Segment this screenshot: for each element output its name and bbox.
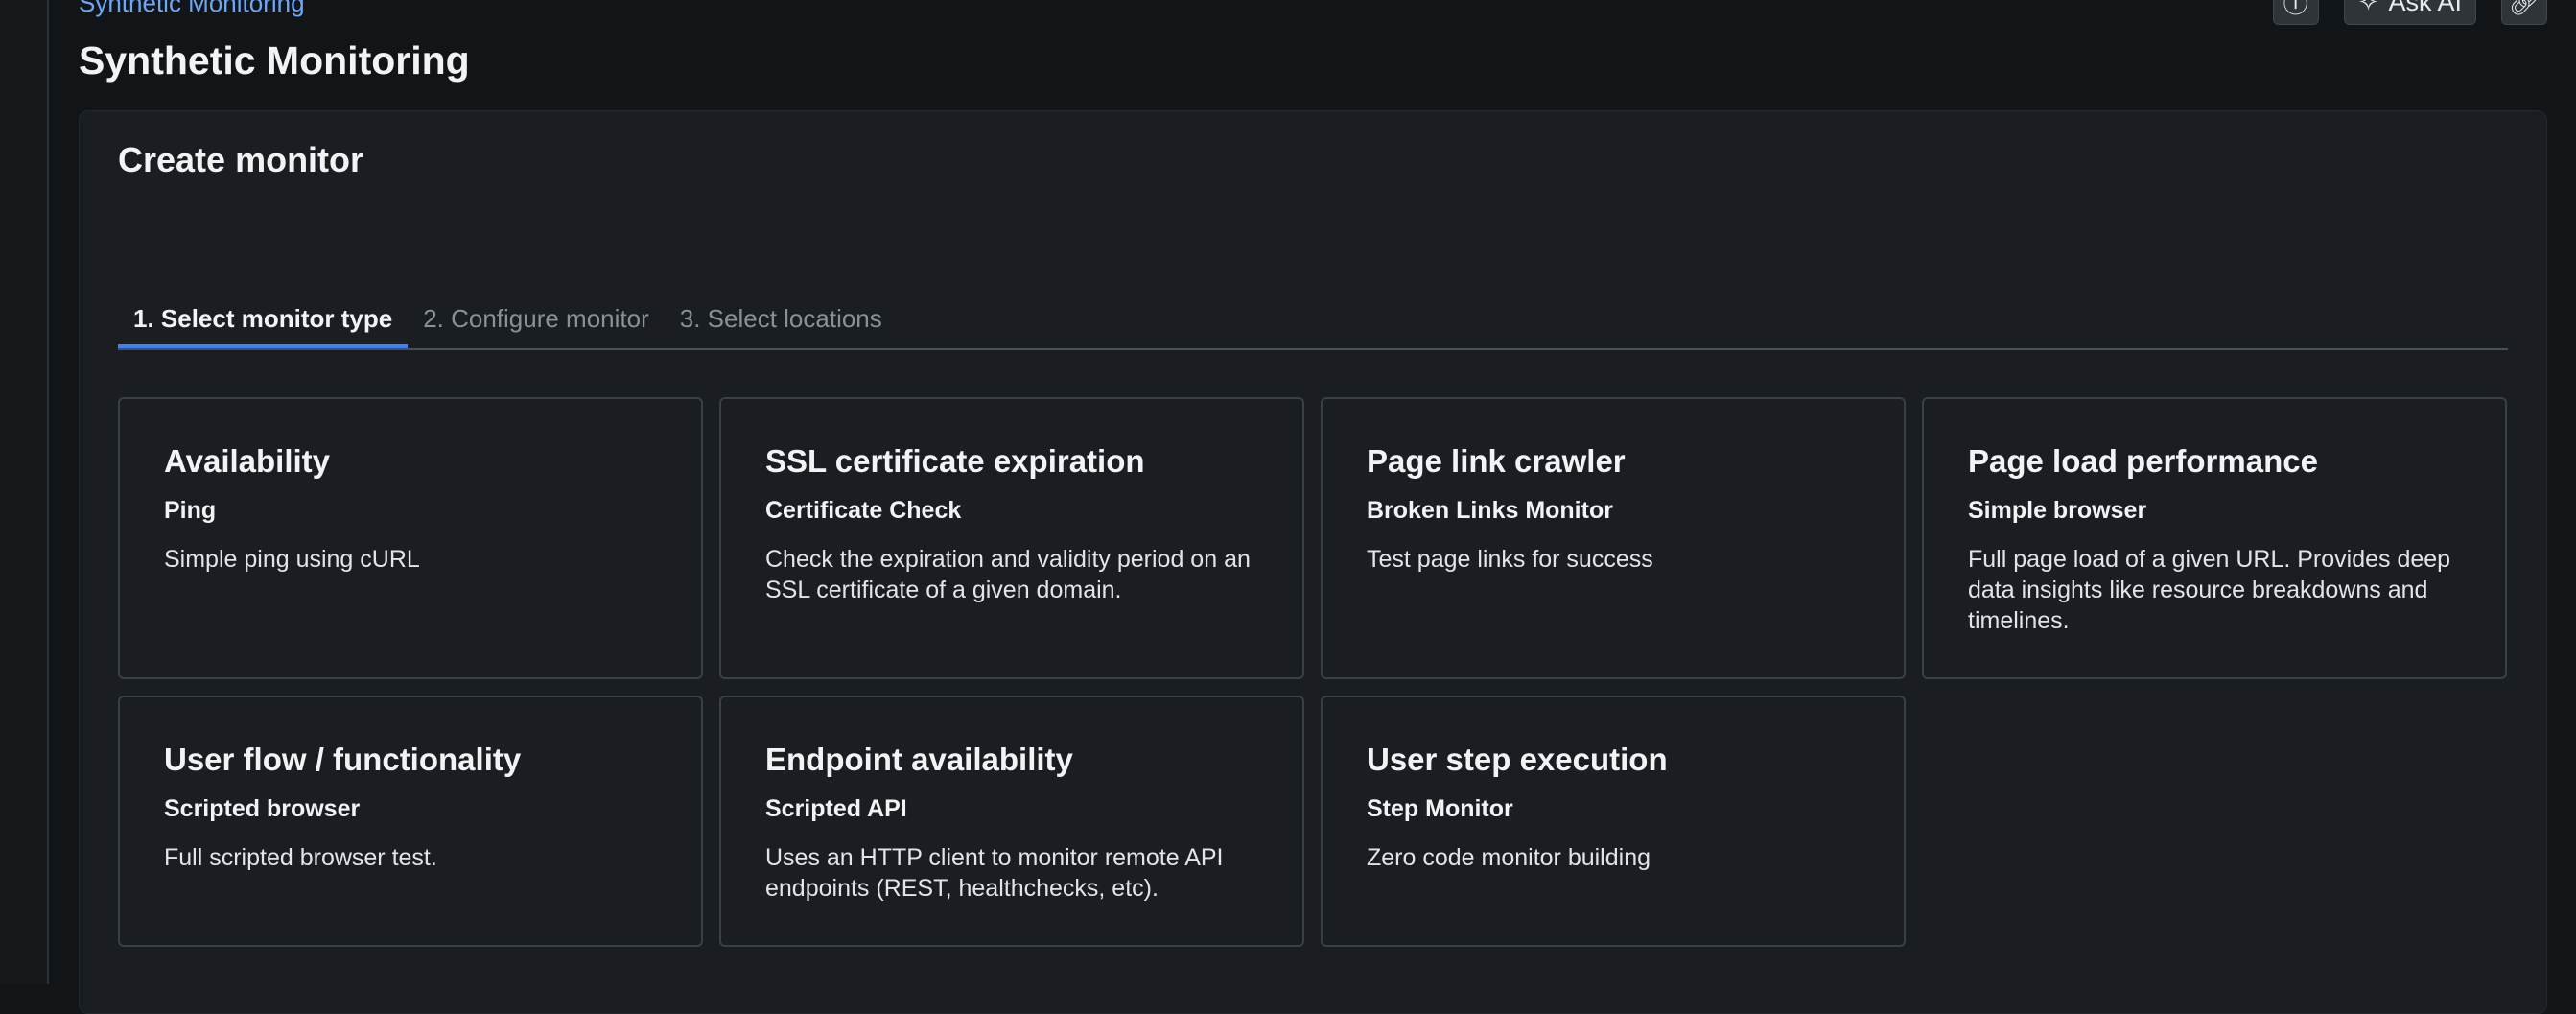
card-subtitle: Broken Links Monitor	[1367, 497, 1613, 524]
panel-title: Create monitor	[118, 140, 364, 179]
step-configure-monitor[interactable]: 2. Configure monitor	[408, 298, 665, 348]
card-subtitle: Scripted browser	[164, 795, 361, 822]
monitor-card-user-flow[interactable]: User flow / functionality Scripted brows…	[118, 696, 703, 947]
card-description: Test page links for success	[1367, 546, 1653, 573]
monitor-card-page-load-performance[interactable]: Page load performance Simple browser Ful…	[1922, 397, 2507, 679]
info-circle-icon: ⓘ	[2283, 0, 2308, 18]
card-description: Full page load of a given URL. Provides …	[1968, 546, 2451, 634]
card-title: SSL certificate expiration	[765, 443, 1145, 479]
card-description: Uses an HTTP client to monitor remote AP…	[765, 844, 1224, 902]
page-title: Synthetic Monitoring	[79, 38, 470, 83]
card-title: User step execution	[1367, 742, 1668, 777]
monitor-card-endpoint-availability[interactable]: Endpoint availability Scripted API Uses …	[719, 696, 1304, 947]
card-title: Availability	[164, 443, 331, 479]
monitor-type-grid: Availability Ping Simple ping using cURL…	[118, 397, 2508, 947]
sparkle-icon: ✧	[2357, 0, 2379, 16]
stepper-tabs: 1. Select monitor type 2. Configure moni…	[118, 298, 2508, 350]
ask-ai-label: Ask AI	[2388, 0, 2462, 16]
help-button[interactable]: ⓘ	[2272, 0, 2319, 25]
card-subtitle: Simple browser	[1968, 497, 2147, 524]
card-title: Page link crawler	[1367, 443, 1626, 479]
monitor-card-ssl-certificate[interactable]: SSL certificate expiration Certificate C…	[719, 397, 1304, 679]
ask-ai-button[interactable]: ✧ Ask AI	[2343, 0, 2476, 25]
card-subtitle: Ping	[164, 497, 217, 524]
card-subtitle: Step Monitor	[1367, 795, 1513, 822]
monitor-card-user-step-execution[interactable]: User step execution Step Monitor Zero co…	[1321, 696, 1906, 947]
card-title: Endpoint availability	[765, 742, 1073, 777]
monitor-card-availability[interactable]: Availability Ping Simple ping using cURL	[118, 397, 703, 679]
card-description: Zero code monitor building	[1367, 844, 1651, 871]
header-actions: ⓘ ✧ Ask AI 🔗︎	[2272, 0, 2547, 25]
breadcrumb[interactable]: Synthetic Monitoring	[79, 0, 305, 18]
card-title: Page load performance	[1968, 443, 2318, 479]
left-nav-rail	[0, 0, 49, 984]
card-subtitle: Scripted API	[765, 795, 907, 822]
step-select-monitor-type[interactable]: 1. Select monitor type	[118, 298, 409, 348]
card-description: Full scripted browser test.	[164, 844, 437, 871]
link-icon: 🔗︎	[2508, 0, 2541, 16]
card-title: User flow / functionality	[164, 742, 522, 777]
create-monitor-panel: Create monitor 1. Select monitor type 2.…	[79, 110, 2547, 1014]
card-description: Simple ping using cURL	[164, 546, 420, 573]
copy-link-button[interactable]: 🔗︎	[2501, 0, 2547, 25]
card-description: Check the expiration and validity period…	[765, 546, 1251, 603]
monitor-card-page-link-crawler[interactable]: Page link crawler Broken Links Monitor T…	[1321, 397, 1906, 679]
step-select-locations[interactable]: 3. Select locations	[665, 298, 898, 348]
card-subtitle: Certificate Check	[765, 497, 962, 524]
